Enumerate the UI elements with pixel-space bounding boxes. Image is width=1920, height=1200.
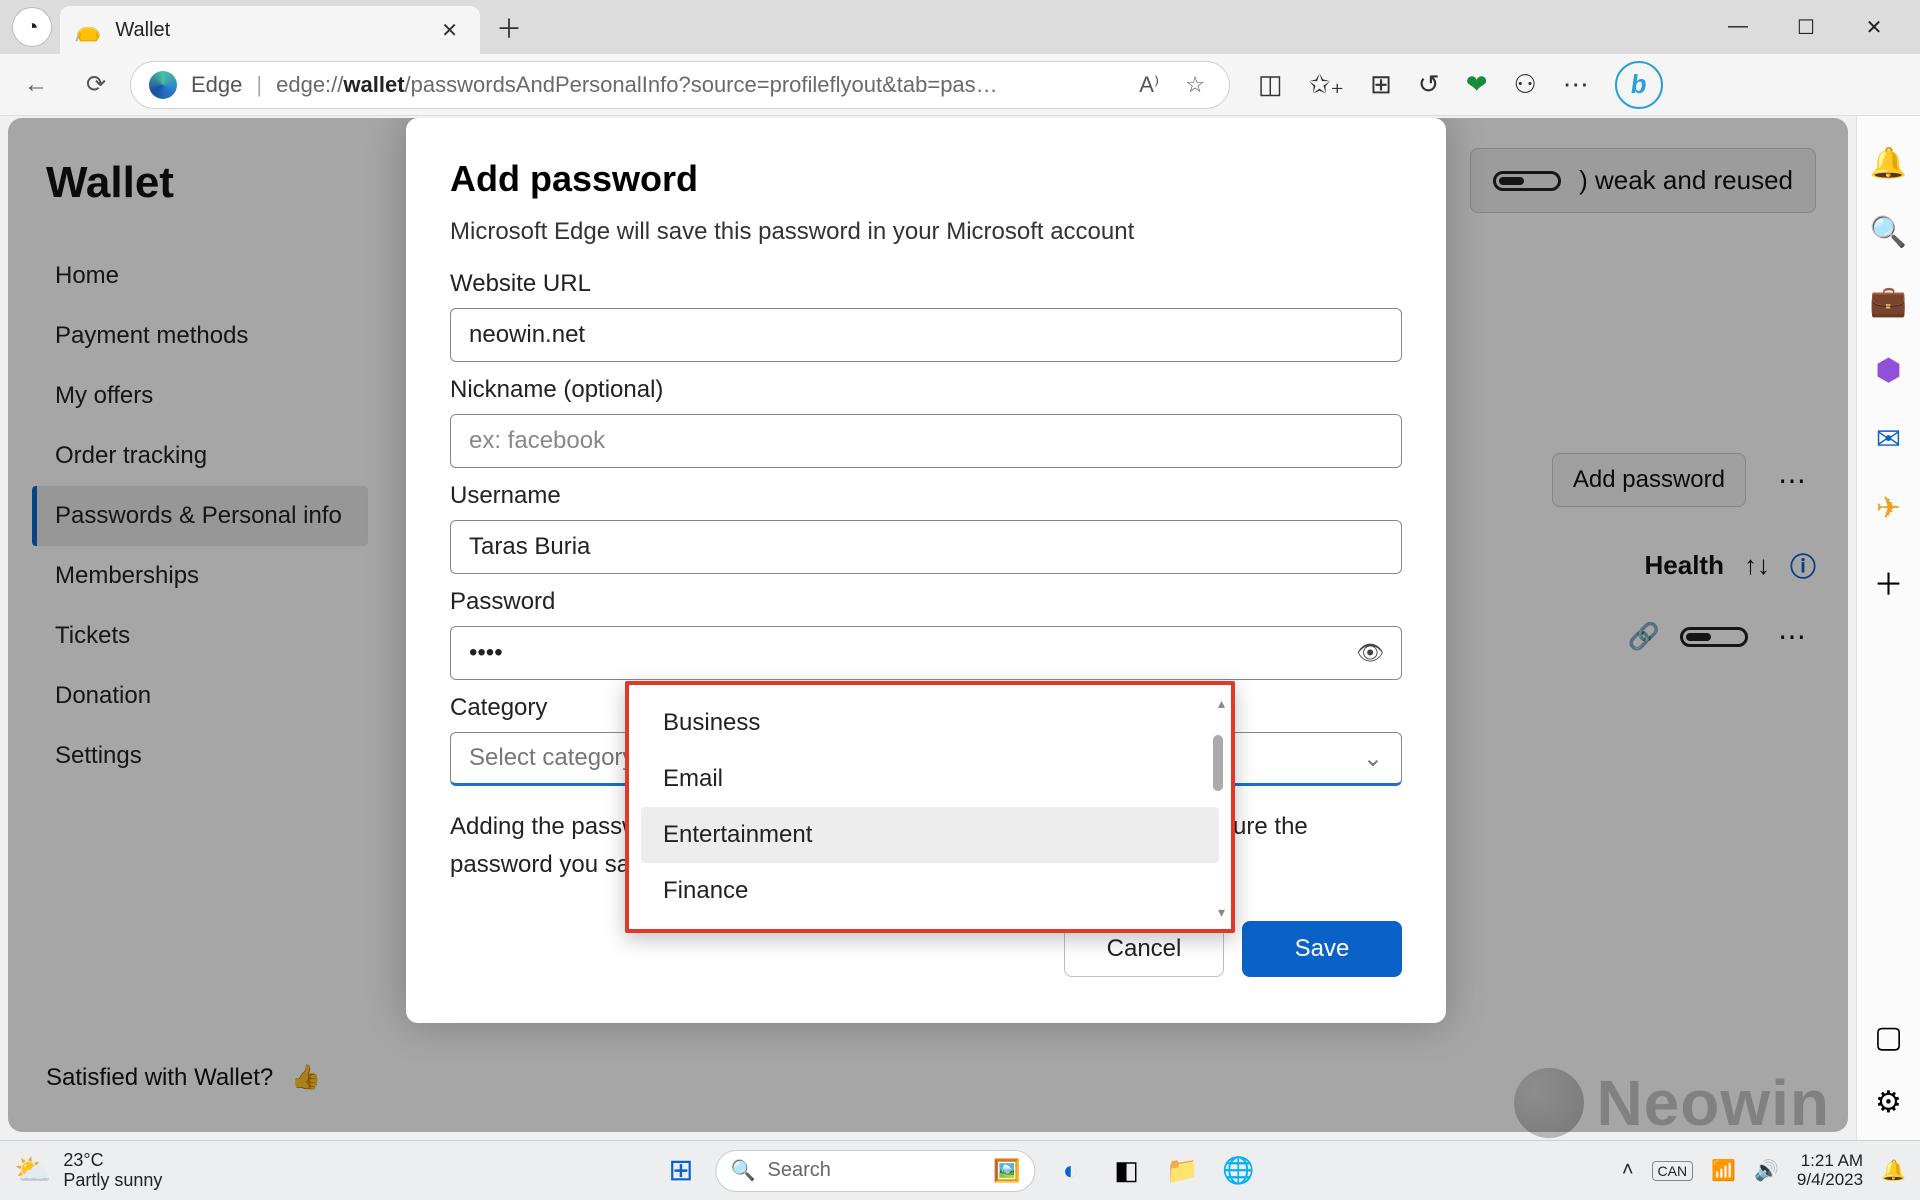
system-tray: ˄ CAN 📶 🔊 1:21 AM 9/4/2023 🔔 (1622, 1152, 1906, 1189)
close-window-button[interactable]: ✕ (1850, 15, 1898, 40)
chevron-down-icon: ⌄ (1363, 744, 1383, 773)
new-tab-button[interactable]: ＋ (480, 9, 538, 46)
profile-icon[interactable]: ⚇ (1513, 69, 1536, 100)
wallet-icon: 👝 (74, 17, 101, 43)
bing-sidebar-button[interactable]: b (1615, 61, 1663, 109)
sidebar-settings-icon[interactable]: ⚙ (1875, 1085, 1902, 1120)
add-sidebar-icon[interactable]: ＋ (1874, 560, 1904, 604)
office-icon[interactable]: ⬢ (1875, 353, 1901, 388)
collections-icon[interactable]: ⊞ (1370, 69, 1392, 100)
username-input[interactable] (450, 520, 1402, 574)
maximize-button[interactable]: ☐ (1782, 15, 1830, 40)
address-bar[interactable]: Edge | edge://wallet/passwordsAndPersona… (130, 61, 1230, 109)
shopping-icon[interactable]: 💼 (1870, 284, 1907, 319)
tray-lang[interactable]: CAN (1652, 1161, 1694, 1181)
tray-notifications-icon[interactable]: 🔔 (1881, 1158, 1906, 1183)
taskbar-app-taskview[interactable]: ◧ (1106, 1150, 1148, 1192)
tab-title: Wallet (115, 19, 419, 42)
taskbar-search[interactable]: 🔍 Search 🖼️ (716, 1150, 1036, 1192)
nickname-label: Nickname (optional) (450, 376, 1402, 404)
start-button[interactable]: ⊞ (660, 1153, 701, 1188)
password-label: Password (450, 588, 1402, 616)
search-highlight-icon: 🖼️ (993, 1158, 1020, 1184)
app-logo-icon: ◔ (12, 7, 52, 47)
username-label: Username (450, 482, 1402, 510)
scroll-down-arrow-icon[interactable]: ▾ (1218, 904, 1225, 921)
browser-tab[interactable]: 👝 Wallet ✕ (60, 6, 480, 54)
tray-clock[interactable]: 1:21 AM 9/4/2023 (1797, 1152, 1863, 1189)
send-icon[interactable]: ✈ (1876, 491, 1901, 526)
sidebar-collapse-icon[interactable]: ▢ (1874, 1020, 1902, 1055)
dialog-subtitle: Microsoft Edge will save this password i… (450, 218, 1402, 246)
scroll-up-arrow-icon[interactable]: ▴ (1218, 695, 1225, 712)
search-icon[interactable]: 🔍 (1870, 215, 1907, 250)
split-screen-icon[interactable]: ◫ (1258, 69, 1283, 100)
taskbar-weather[interactable]: ⛅ 23°C Partly sunny (14, 1151, 162, 1191)
minimize-button[interactable]: — (1714, 15, 1762, 40)
save-button[interactable]: Save (1242, 921, 1402, 977)
url-label: Website URL (450, 270, 1402, 298)
window-titlebar: ◔ 👝 Wallet ✕ ＋ — ☐ ✕ (0, 0, 1920, 54)
password-input[interactable] (450, 626, 1402, 680)
search-icon: 🔍 (731, 1158, 756, 1183)
scrollbar-thumb[interactable] (1213, 735, 1223, 791)
outlook-icon[interactable]: ✉ (1876, 422, 1901, 457)
favorite-star-icon[interactable]: ☆ (1179, 72, 1211, 98)
close-tab-icon[interactable]: ✕ (433, 14, 466, 47)
website-url-input[interactable] (450, 308, 1402, 362)
browser-toolbar: ← ⟳ Edge | edge://wallet/passwordsAndPer… (0, 54, 1920, 116)
category-option-business[interactable]: Business (629, 695, 1231, 751)
taskbar-app-copilot[interactable]: ◐ (1050, 1150, 1092, 1192)
category-dropdown-popup: ▴ ▾ BusinessEmailEntertainmentFinance (625, 681, 1235, 933)
edge-sidebar: 🔔 🔍 💼 ⬢ ✉ ✈ ＋ ▢ ⚙ (1856, 116, 1920, 1140)
refresh-button[interactable]: ⟳ (70, 59, 122, 111)
page-content: Wallet HomePayment methodsMy offersOrder… (8, 118, 1848, 1132)
dialog-title: Add password (450, 158, 1402, 200)
edge-logo-icon (149, 71, 177, 99)
windows-taskbar: ⛅ 23°C Partly sunny ⊞ 🔍 Search 🖼️ ◐ ◧ 📁 … (0, 1140, 1920, 1200)
category-option-entertainment[interactable]: Entertainment (641, 807, 1219, 863)
address-brand: Edge (191, 72, 242, 98)
favorites-icon[interactable]: ✩₊ (1309, 69, 1345, 100)
reveal-password-icon[interactable]: 👁 (1356, 640, 1384, 666)
weather-icon: ⛅ (14, 1153, 51, 1188)
address-url: edge://wallet/passwordsAndPersonalInfo?s… (276, 72, 1119, 98)
read-aloud-icon[interactable]: A⁾ (1133, 72, 1165, 98)
taskbar-app-edge[interactable]: 🌐 (1218, 1150, 1260, 1192)
back-button[interactable]: ← (10, 59, 62, 111)
nickname-input[interactable] (450, 414, 1402, 468)
taskbar-app-explorer[interactable]: 📁 (1162, 1150, 1204, 1192)
more-menu-icon[interactable]: ⋯ (1563, 69, 1589, 100)
history-icon[interactable]: ↺ (1418, 69, 1440, 100)
performance-icon[interactable]: ❤ (1466, 69, 1488, 100)
tray-volume-icon[interactable]: 🔊 (1754, 1158, 1779, 1183)
window-controls: — ☐ ✕ (1714, 15, 1920, 40)
tray-chevron-icon[interactable]: ˄ (1622, 1159, 1634, 1182)
tray-wifi-icon[interactable]: 📶 (1711, 1158, 1736, 1183)
category-option-finance[interactable]: Finance (629, 863, 1231, 919)
category-option-email[interactable]: Email (629, 751, 1231, 807)
notification-bell-icon[interactable]: 🔔 (1870, 146, 1907, 181)
